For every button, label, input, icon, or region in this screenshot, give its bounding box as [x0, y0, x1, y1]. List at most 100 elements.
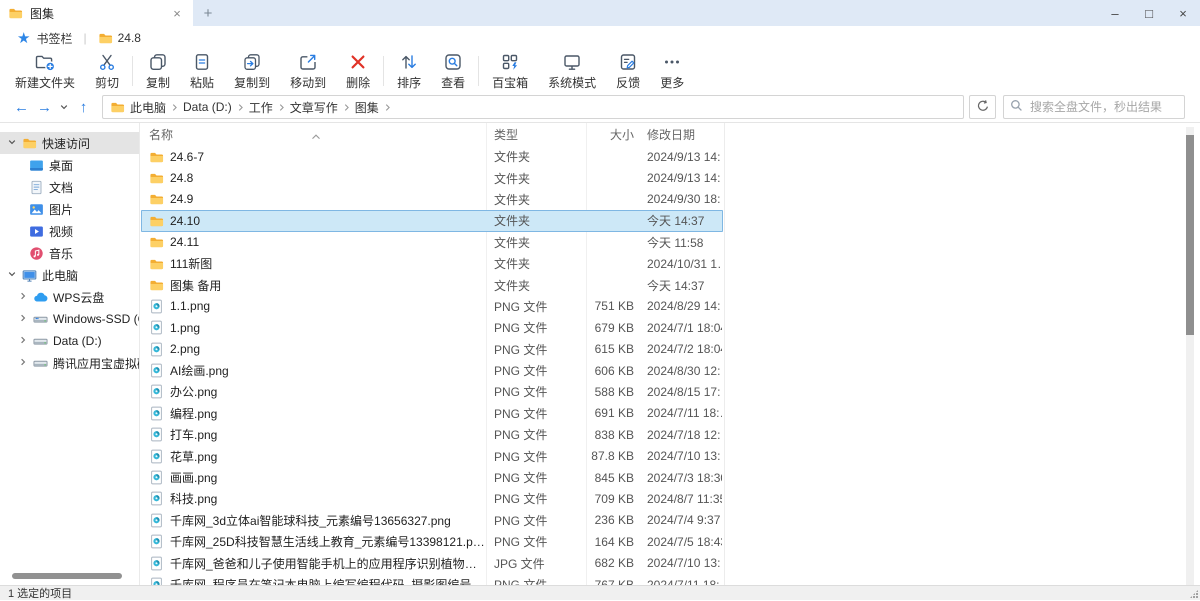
- sidebar-item-WPS云盘[interactable]: WPS云盘: [0, 286, 139, 308]
- selection-count-text: 1 选定的项目: [8, 585, 72, 601]
- vertical-scrollbar-track[interactable]: [1186, 127, 1194, 585]
- sidebar-item-Windows-SSD (C:)[interactable]: Windows-SSD (C:): [0, 308, 139, 330]
- file-row[interactable]: AI绘画.pngPNG 文件606 KB2024/8/30 12:…: [141, 360, 723, 381]
- toolbar-button-new-folder[interactable]: 新建文件夹: [5, 50, 85, 92]
- file-row[interactable]: 24.6-7文件夹2024/9/13 14:…: [141, 146, 723, 167]
- sort-ascending-icon[interactable]: [310, 130, 322, 144]
- refresh-button[interactable]: [969, 95, 996, 119]
- breadcrumb-segment[interactable]: Data (D:): [180, 100, 235, 114]
- tab-active[interactable]: 图集 ×: [0, 0, 193, 26]
- document-icon: [29, 180, 44, 195]
- toolbar-button-feedback[interactable]: 反馈: [606, 50, 650, 92]
- column-header-type[interactable]: 类型: [486, 126, 586, 143]
- file-name: 图集 备用: [170, 277, 221, 294]
- sidebar-item-图片[interactable]: 图片: [0, 198, 139, 220]
- toolbar-button-system-mode[interactable]: 系统模式: [538, 50, 606, 92]
- vertical-scrollbar-thumb[interactable]: [1186, 135, 1194, 335]
- file-row[interactable]: 24.9文件夹2024/9/30 18:…: [141, 189, 723, 210]
- file-row[interactable]: 2.pngPNG 文件615 KB2024/7/2 18:04: [141, 339, 723, 360]
- file-row[interactable]: 花草.pngPNG 文件87.8 KB2024/7/10 13:…: [141, 445, 723, 466]
- drive-icon: [33, 334, 48, 349]
- file-row[interactable]: 科技.pngPNG 文件709 KB2024/8/7 11:35: [141, 488, 723, 509]
- file-row[interactable]: 111新图文件夹2024/10/31 1…: [141, 253, 723, 274]
- column-header-size[interactable]: 大小: [586, 126, 642, 143]
- sidebar-item-快速访问[interactable]: 快速访问: [0, 132, 139, 154]
- toolbar-button-label: 系统模式: [548, 74, 596, 91]
- toolbar-button-copy-to[interactable]: 复制到: [224, 50, 280, 92]
- chevron-down-icon[interactable]: [7, 136, 17, 150]
- breadcrumb-segment[interactable]: 文章写作: [287, 99, 341, 116]
- sidebar-item-Data (D:)[interactable]: Data (D:): [0, 330, 139, 352]
- file-row[interactable]: 图集 备用文件夹今天 14:37: [141, 274, 723, 295]
- toolbar-button-more[interactable]: 更多: [650, 50, 694, 92]
- file-row[interactable]: 编程.pngPNG 文件691 KB2024/7/11 18:…: [141, 403, 723, 424]
- tab-close-icon[interactable]: ×: [169, 6, 185, 21]
- chevron-right-icon[interactable]: [18, 312, 28, 326]
- file-row[interactable]: 1.1.pngPNG 文件751 KB2024/8/29 14:…: [141, 296, 723, 317]
- file-type: 文件夹: [486, 191, 586, 208]
- bookmark-bar-label[interactable]: 书签栏: [36, 30, 72, 47]
- file-row[interactable]: 千库网_3d立体ai智能球科技_元素编号13656327.pngPNG 文件23…: [141, 510, 723, 531]
- minimize-button[interactable]: –: [1098, 0, 1132, 26]
- breadcrumb-segment[interactable]: 工作: [246, 99, 276, 116]
- forward-button[interactable]: →: [33, 100, 56, 115]
- file-row[interactable]: 24.10文件夹今天 14:37: [141, 210, 723, 231]
- chevron-right-icon[interactable]: [18, 334, 28, 348]
- list-header: 名称 类型 大小 修改日期: [141, 123, 722, 146]
- toolbar-button-toolbox[interactable]: 百宝箱: [482, 50, 538, 92]
- sidebar-item-音乐[interactable]: 音乐: [0, 242, 139, 264]
- toolbar-button-cut[interactable]: 剪切: [85, 50, 129, 92]
- paste-icon: [192, 51, 212, 72]
- up-button[interactable]: ↑: [72, 100, 95, 115]
- back-button[interactable]: ←: [10, 100, 33, 115]
- bookmark-star-icon[interactable]: ★: [17, 31, 30, 46]
- chevron-right-icon[interactable]: [18, 290, 28, 304]
- image-file-icon: [149, 384, 164, 399]
- toolbar-separator: [132, 56, 133, 86]
- file-row[interactable]: 办公.pngPNG 文件588 KB2024/8/15 17:…: [141, 381, 723, 402]
- chevron-right-icon[interactable]: [18, 356, 28, 370]
- sidebar-horizontal-scrollbar-thumb[interactable]: [12, 573, 122, 579]
- tab-title: 图集: [30, 5, 162, 22]
- file-row[interactable]: 1.pngPNG 文件679 KB2024/7/1 18:04: [141, 317, 723, 338]
- file-name: AI绘画.png: [170, 362, 229, 379]
- sidebar-item-文档[interactable]: 文档: [0, 176, 139, 198]
- column-header-date[interactable]: 修改日期: [642, 126, 722, 143]
- file-row[interactable]: 千库网_25D科技智慧生活线上教育_元素编号13398121.pngPNG 文件…: [141, 531, 723, 552]
- search-box[interactable]: [1003, 95, 1185, 119]
- toolbox-icon: [500, 51, 520, 72]
- file-row[interactable]: 打车.pngPNG 文件838 KB2024/7/18 12:…: [141, 424, 723, 445]
- new-tab-button[interactable]: +: [193, 0, 223, 26]
- file-name: 千库网_程序员在笔记本电脑上编写编程代码_摄影图编号20511911.png: [170, 576, 486, 585]
- history-dropdown-icon[interactable]: [56, 102, 72, 112]
- file-name: 办公.png: [170, 383, 217, 400]
- status-bar: 1 选定的项目: [0, 585, 1200, 600]
- toolbar-button-sort[interactable]: 排序: [387, 50, 431, 92]
- toolbar-button-move-to[interactable]: 移动到: [280, 50, 336, 92]
- breadcrumb-segment[interactable]: 图集: [352, 99, 382, 116]
- close-button[interactable]: ×: [1166, 0, 1200, 26]
- file-row[interactable]: 千库网_爸爸和儿子使用智能手机上的应用程序识别植物。_摄影图编号1841217……: [141, 552, 723, 573]
- resize-grip-icon[interactable]: [1190, 590, 1198, 598]
- image-file-icon: [149, 491, 164, 506]
- file-row[interactable]: 画画.pngPNG 文件845 KB2024/7/3 18:30: [141, 467, 723, 488]
- breadcrumb-segment[interactable]: 此电脑: [127, 99, 169, 116]
- breadcrumb[interactable]: 此电脑 Data (D:) 工作文章写作图集: [102, 95, 964, 119]
- toolbar-button-paste[interactable]: 粘贴: [180, 50, 224, 92]
- maximize-button[interactable]: □: [1132, 0, 1166, 26]
- file-row[interactable]: 24.11文件夹今天 11:58: [141, 232, 723, 253]
- sidebar-item-视频[interactable]: 视频: [0, 220, 139, 242]
- breadcrumb-chevron-icon: [170, 103, 179, 112]
- toolbar-button-delete[interactable]: 删除: [336, 50, 380, 92]
- chevron-down-icon[interactable]: [7, 268, 17, 282]
- toolbar-button-copy[interactable]: 复制: [136, 50, 180, 92]
- file-row[interactable]: 千库网_程序员在笔记本电脑上编写编程代码_摄影图编号20511911.pngPN…: [141, 574, 723, 585]
- bookmark-item[interactable]: 24.8: [98, 31, 141, 45]
- sidebar-item-腾讯应用宝虚拟磁盘 (T:)[interactable]: 腾讯应用宝虚拟磁盘 (T:): [0, 352, 139, 374]
- toolbar-button-view[interactable]: 查看: [431, 50, 475, 92]
- file-row[interactable]: 24.8文件夹2024/9/13 14:…: [141, 167, 723, 188]
- sidebar-item-桌面[interactable]: 桌面: [0, 154, 139, 176]
- breadcrumb-chevron-icon: [236, 103, 245, 112]
- search-input[interactable]: [1028, 99, 1178, 115]
- sidebar-item-此电脑[interactable]: 此电脑: [0, 264, 139, 286]
